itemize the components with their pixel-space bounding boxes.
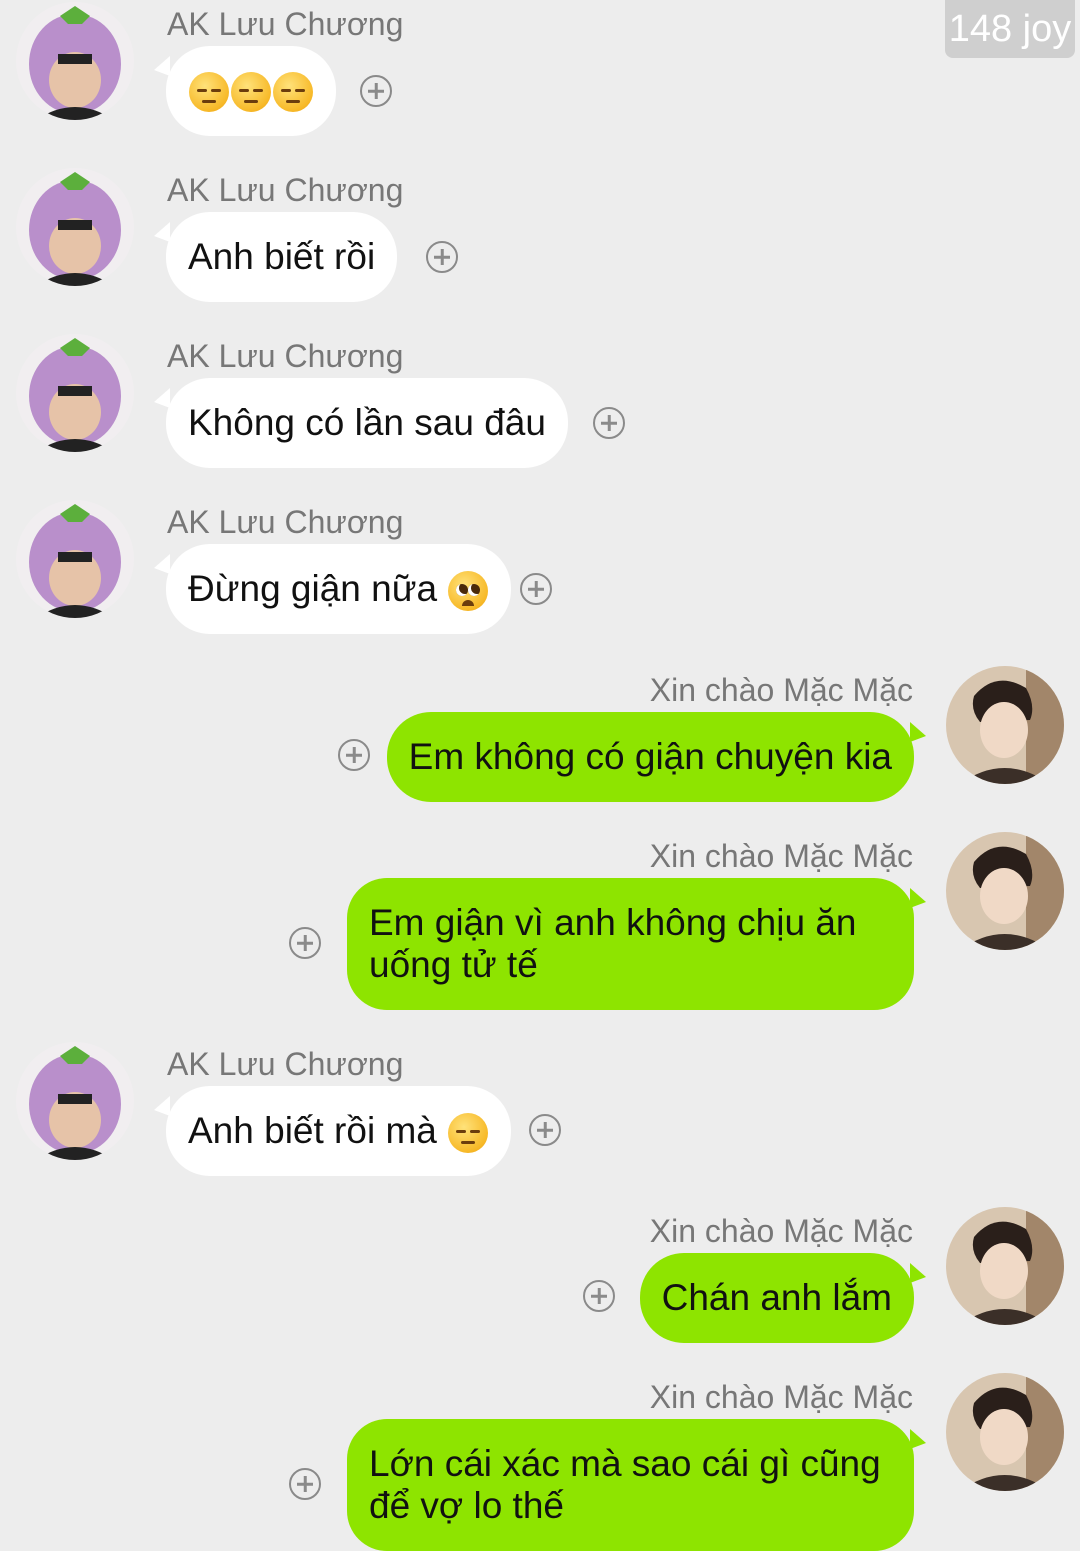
message-bubble[interactable]: Không có lần sau đâu bbox=[154, 378, 568, 468]
add-reaction-icon[interactable] bbox=[529, 1114, 561, 1146]
sender-name: AK Lưu Chương bbox=[167, 6, 404, 42]
eggplant-hat-avatar-icon bbox=[16, 500, 134, 618]
sender-name: Xin chào Mặc Mặc bbox=[649, 672, 913, 708]
sender-name: AK Lưu Chương bbox=[167, 504, 404, 540]
message-text-line: Em giận vì anh không chịu ăn bbox=[369, 902, 857, 943]
add-reaction-icon[interactable] bbox=[426, 241, 458, 273]
sender-name: AK Lưu Chương bbox=[167, 338, 404, 374]
sender-name: Xin chào Mặc Mặc bbox=[649, 1213, 913, 1249]
message-text: Đừng giận nữa bbox=[188, 568, 438, 609]
sender-name: AK Lưu Chương bbox=[167, 1046, 404, 1082]
add-reaction-icon[interactable] bbox=[289, 1468, 321, 1500]
message-bubble[interactable]: Đừng giận nữa bbox=[153, 544, 512, 634]
sender-avatar[interactable] bbox=[16, 2, 134, 120]
add-reaction-icon[interactable] bbox=[520, 573, 552, 605]
pensive-face-emoji bbox=[273, 72, 313, 113]
profile-photo-avatar-icon bbox=[946, 1373, 1064, 1491]
message-text-line: Lớn cái xác mà sao cái gì cũng bbox=[369, 1443, 881, 1484]
sender-name: Xin chào Mặc Mặc bbox=[649, 1379, 913, 1415]
add-reaction-icon[interactable] bbox=[289, 927, 321, 959]
sender-name: AK Lưu Chương bbox=[167, 172, 404, 208]
eggplant-hat-avatar-icon bbox=[16, 334, 134, 452]
message-text: Anh biết rồi mà bbox=[188, 1110, 437, 1151]
message-text: Không có lần sau đâu bbox=[188, 402, 546, 443]
own-avatar[interactable] bbox=[946, 1207, 1064, 1325]
pensive-face-emoji bbox=[448, 1113, 489, 1154]
profile-photo-avatar-icon bbox=[946, 832, 1064, 950]
add-reaction-icon[interactable] bbox=[360, 75, 392, 107]
add-reaction-icon[interactable] bbox=[338, 739, 370, 771]
message-bubble[interactable] bbox=[154, 46, 336, 136]
pensive-face-emoji bbox=[189, 72, 229, 113]
sender-avatar[interactable] bbox=[16, 334, 134, 452]
sender-avatar[interactable] bbox=[16, 1042, 134, 1160]
add-reaction-icon[interactable] bbox=[593, 407, 625, 439]
message-text: Em không có giận chuyện kia bbox=[408, 736, 892, 777]
own-avatar[interactable] bbox=[946, 1373, 1064, 1491]
sender-avatar[interactable] bbox=[16, 500, 134, 618]
watermark-label: 148 joy bbox=[945, 0, 1075, 58]
sender-avatar[interactable] bbox=[16, 168, 134, 286]
message-bubble[interactable]: Lớn cái xác mà sao cái gì cũng để vợ lo … bbox=[347, 1419, 926, 1551]
pleading-face-emoji bbox=[448, 571, 489, 612]
pensive-face-emoji bbox=[231, 72, 271, 113]
eggplant-hat-avatar-icon bbox=[16, 2, 134, 120]
message-text: Chán anh lắm bbox=[661, 1277, 892, 1318]
profile-photo-avatar-icon bbox=[946, 666, 1064, 784]
own-avatar[interactable] bbox=[946, 832, 1064, 950]
eggplant-hat-avatar-icon bbox=[16, 1042, 134, 1160]
message-bubble[interactable]: Anh biết rồi bbox=[153, 212, 398, 302]
message-text: Anh biết rồi bbox=[188, 236, 376, 277]
eggplant-hat-avatar-icon bbox=[16, 168, 134, 286]
sender-name: Xin chào Mặc Mặc bbox=[649, 838, 913, 874]
message-bubble[interactable]: Em giận vì anh không chịu ăn uống tử tế bbox=[347, 878, 926, 1010]
message-text-line: uống tử tế bbox=[369, 944, 538, 985]
add-reaction-icon[interactable] bbox=[583, 1280, 615, 1312]
message-bubble[interactable]: Anh biết rồi mà bbox=[153, 1086, 512, 1176]
own-avatar[interactable] bbox=[946, 666, 1064, 784]
message-bubble[interactable]: Chán anh lắm bbox=[639, 1253, 927, 1343]
message-text-line: để vợ lo thế bbox=[369, 1485, 564, 1526]
message-bubble[interactable]: Em không có giận chuyện kia bbox=[386, 712, 927, 802]
profile-photo-avatar-icon bbox=[946, 1207, 1064, 1325]
